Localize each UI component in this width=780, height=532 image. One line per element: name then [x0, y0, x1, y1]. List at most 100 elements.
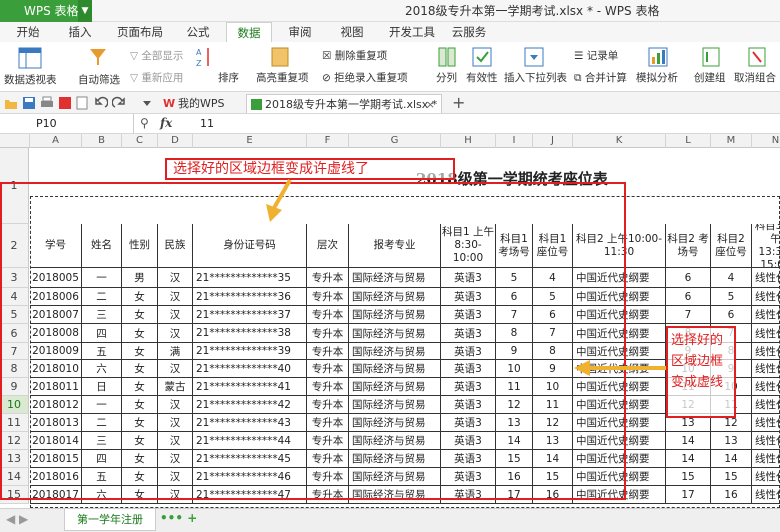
data-cell[interactable]: 专升本	[307, 414, 349, 432]
column-header-B[interactable]: B	[82, 134, 122, 148]
data-cell[interactable]: 线性代数	[752, 378, 780, 396]
data-cell[interactable]: 四	[82, 450, 122, 468]
split-column-button[interactable]: 分列	[436, 70, 457, 85]
data-cell[interactable]: 中国近代史纲要	[573, 324, 666, 343]
data-cell[interactable]: 蒙古	[158, 378, 193, 396]
data-cell[interactable]: 女	[122, 432, 158, 450]
data-cell[interactable]: 汉	[158, 450, 193, 468]
data-cell[interactable]: 10	[533, 378, 573, 396]
data-cell[interactable]: 英语3	[441, 324, 496, 343]
data-cell[interactable]: 11	[496, 378, 533, 396]
data-cell[interactable]: 6	[496, 288, 533, 306]
data-cell[interactable]: 英语3	[441, 288, 496, 306]
data-cell[interactable]: 线性代数	[752, 414, 780, 432]
new-tab-icon[interactable]: +	[452, 93, 465, 112]
data-cell[interactable]: 中国近代史纲要	[573, 486, 666, 504]
data-cell[interactable]: 21*************36	[193, 288, 307, 306]
formula-input[interactable]: 11	[200, 114, 214, 133]
data-cell[interactable]: 专升本	[307, 432, 349, 450]
data-cell[interactable]: 14	[666, 432, 711, 450]
highlight-duplicates-button[interactable]: 高亮重复项	[256, 70, 309, 85]
data-cell[interactable]: 中国近代史纲要	[573, 396, 666, 414]
data-cell[interactable]: 15	[666, 468, 711, 486]
data-cell[interactable]: 15	[533, 468, 573, 486]
data-cell[interactable]: 中国近代史纲要	[573, 414, 666, 432]
data-cell[interactable]: 日	[82, 378, 122, 396]
create-group-button[interactable]: 创建组	[694, 70, 726, 85]
data-cell[interactable]: 英语3	[441, 468, 496, 486]
data-cell[interactable]: 二	[82, 414, 122, 432]
data-cell[interactable]: 21*************46	[193, 468, 307, 486]
data-cell[interactable]: 国际经济与贸易	[349, 306, 441, 324]
header-cell[interactable]: 科目3 下午 13:30-15:00	[752, 224, 780, 268]
data-cell[interactable]: 13	[711, 432, 752, 450]
data-cell[interactable]: 女	[122, 324, 158, 343]
data-cell[interactable]: 中国近代史纲要	[573, 468, 666, 486]
data-cell[interactable]: 线性代数	[752, 306, 780, 324]
tab-view[interactable]: 视图	[334, 22, 370, 42]
doc-tab-my-wps[interactable]: W 我的WPS	[160, 94, 236, 113]
data-cell[interactable]: 2018005	[30, 268, 82, 288]
column-header-A[interactable]: A	[30, 134, 82, 148]
data-cell[interactable]: 6	[533, 306, 573, 324]
data-cell[interactable]: 12	[496, 396, 533, 414]
data-cell[interactable]: 17	[666, 486, 711, 504]
data-cell[interactable]: 汉	[158, 324, 193, 343]
close-icon[interactable]: ×	[426, 95, 435, 114]
header-cell[interactable]: 学号	[30, 224, 82, 268]
name-box[interactable]: P10	[0, 114, 134, 133]
row-header-6[interactable]: 6	[0, 324, 29, 343]
data-cell[interactable]: 国际经济与贸易	[349, 486, 441, 504]
data-cell[interactable]: 英语3	[441, 268, 496, 288]
fx-icon[interactable]: fx	[160, 114, 172, 133]
data-cell[interactable]: 英语3	[441, 450, 496, 468]
remove-duplicates-button[interactable]: ☒ 删除重复项	[322, 48, 387, 63]
data-cell[interactable]: 线性代数	[752, 360, 780, 378]
data-cell[interactable]: 专升本	[307, 468, 349, 486]
data-cell[interactable]: 14	[666, 450, 711, 468]
data-cell[interactable]: 女	[122, 486, 158, 504]
tab-page-layout[interactable]: 页面布局	[112, 22, 168, 42]
data-cell[interactable]: 21*************41	[193, 378, 307, 396]
simulate-analysis-button[interactable]: 模拟分析	[636, 70, 678, 85]
save-icon[interactable]	[22, 96, 36, 110]
data-cell[interactable]: 专升本	[307, 324, 349, 343]
data-cell[interactable]: 女	[122, 306, 158, 324]
data-cell[interactable]: 英语3	[441, 343, 496, 360]
data-cell[interactable]: 21*************45	[193, 450, 307, 468]
data-cell[interactable]: 2018016	[30, 468, 82, 486]
data-cell[interactable]: 21*************39	[193, 343, 307, 360]
print-preview-icon[interactable]	[76, 96, 90, 110]
consolidate-button[interactable]: ⧉ 合并计算	[574, 70, 627, 85]
data-cell[interactable]: 英语3	[441, 306, 496, 324]
pdf-icon[interactable]	[58, 96, 72, 110]
data-cell[interactable]: 六	[82, 486, 122, 504]
data-cell[interactable]: 17	[496, 486, 533, 504]
data-cell[interactable]: 2018013	[30, 414, 82, 432]
reapply-button[interactable]: ▽ 重新应用	[130, 70, 183, 85]
data-cell[interactable]: 16	[533, 486, 573, 504]
data-cell[interactable]: 2018006	[30, 288, 82, 306]
header-cell[interactable]: 民族	[158, 224, 193, 268]
data-cell[interactable]: 三	[82, 306, 122, 324]
data-cell[interactable]: 满	[158, 343, 193, 360]
data-cell[interactable]: 女	[122, 378, 158, 396]
column-header-G[interactable]: G	[349, 134, 441, 148]
data-cell[interactable]: 汉	[158, 306, 193, 324]
autofilter-button[interactable]: 自动筛选	[78, 72, 120, 87]
column-header-K[interactable]: K	[573, 134, 666, 148]
data-cell[interactable]: 21*************37	[193, 306, 307, 324]
data-cell[interactable]: 13	[533, 432, 573, 450]
show-all-button[interactable]: ▽ 全部显示	[130, 48, 183, 63]
row-header-3[interactable]: 3	[0, 268, 29, 288]
data-cell[interactable]: 中国近代史纲要	[573, 378, 666, 396]
data-cell[interactable]: 五	[82, 343, 122, 360]
data-cell[interactable]: 英语3	[441, 378, 496, 396]
data-cell[interactable]: 汉	[158, 268, 193, 288]
data-cell[interactable]: 2018008	[30, 324, 82, 343]
data-cell[interactable]: 三	[82, 432, 122, 450]
pivot-table-button[interactable]: 数据透视表	[4, 72, 57, 87]
header-cell[interactable]: 科目2 上午10:00-11:30	[573, 224, 666, 268]
data-cell[interactable]: 英语3	[441, 360, 496, 378]
data-cell[interactable]: 专升本	[307, 360, 349, 378]
